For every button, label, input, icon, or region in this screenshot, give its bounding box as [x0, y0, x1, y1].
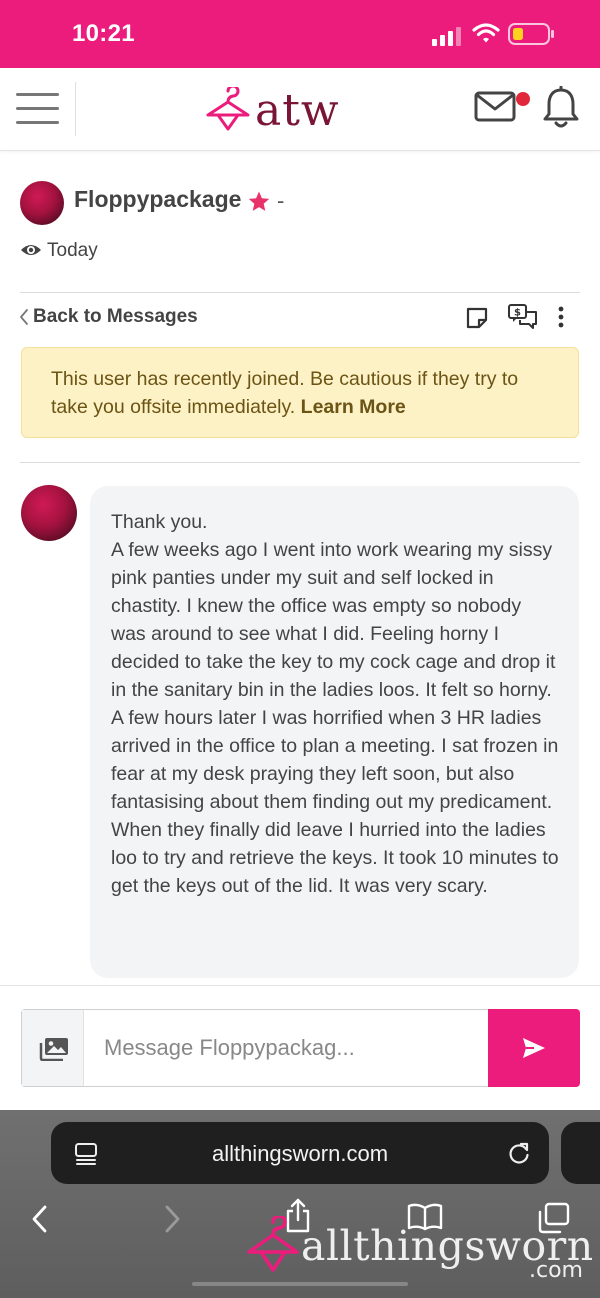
profile-name[interactable]: Floppypackage [74, 186, 241, 213]
send-button[interactable] [488, 1009, 580, 1087]
offer-icon[interactable]: $ [507, 303, 539, 331]
warning-text: This user has recently joined. Be cautio… [51, 368, 519, 418]
more-icon[interactable] [554, 306, 568, 328]
battery-icon [508, 23, 554, 45]
eye-icon [21, 245, 41, 255]
chevron-right-icon[interactable] [162, 1204, 182, 1234]
message-composer [21, 1009, 580, 1087]
svg-text:$: $ [514, 308, 521, 319]
divider [20, 462, 580, 463]
image-icon [39, 1038, 68, 1061]
address-bar[interactable]: allthingsworn.com [51, 1122, 549, 1184]
home-indicator [192, 1282, 408, 1286]
header-divider [75, 82, 76, 136]
avatar[interactable] [20, 181, 64, 225]
url-text: allthingsworn.com [211, 1141, 389, 1166]
hanger-logo [206, 87, 250, 131]
menu-icon[interactable] [15, 90, 61, 128]
profile-suffix: - [277, 188, 285, 213]
watermark-suffix: .com [529, 1258, 583, 1283]
learn-more-link[interactable]: Learn More [301, 396, 406, 418]
star-icon [248, 191, 270, 211]
status-bar: 10:21 [0, 0, 600, 68]
message-input[interactable] [84, 1010, 488, 1086]
watermark: allthingsworn .com [246, 1208, 600, 1288]
back-label: Back to Messages [33, 306, 198, 327]
logo-text: atw [255, 84, 340, 136]
site-logo[interactable]: atw [205, 82, 340, 138]
chevron-left-icon[interactable] [30, 1204, 50, 1234]
message-bubble: Thank you. A few weeks ago I went into w… [90, 486, 579, 978]
sender-avatar[interactable] [21, 485, 77, 541]
signal-icon [432, 27, 461, 46]
send-icon [523, 1038, 545, 1058]
unread-badge [516, 92, 530, 106]
status-time: 10:21 [72, 20, 135, 47]
back-to-messages-link[interactable]: Back to Messages [18, 306, 198, 328]
bell-icon[interactable] [542, 86, 580, 130]
browser-toolbar: allthingsworn.com allthingsworn .com [0, 1110, 600, 1298]
mail-icon[interactable] [474, 90, 518, 124]
chevron-left-icon [20, 309, 28, 325]
last-seen-text: Today [47, 240, 98, 261]
new-user-warning: This user has recently joined. Be cautio… [21, 347, 579, 438]
wifi-icon [472, 23, 500, 43]
next-tab-preview[interactable] [561, 1122, 600, 1184]
note-icon[interactable] [465, 306, 489, 330]
divider [20, 292, 580, 293]
composer-divider [0, 985, 600, 986]
reload-icon[interactable] [507, 1140, 531, 1166]
attach-media-button[interactable] [22, 1010, 84, 1086]
hanger-logo [247, 1216, 299, 1272]
site-header: atw [0, 68, 600, 151]
